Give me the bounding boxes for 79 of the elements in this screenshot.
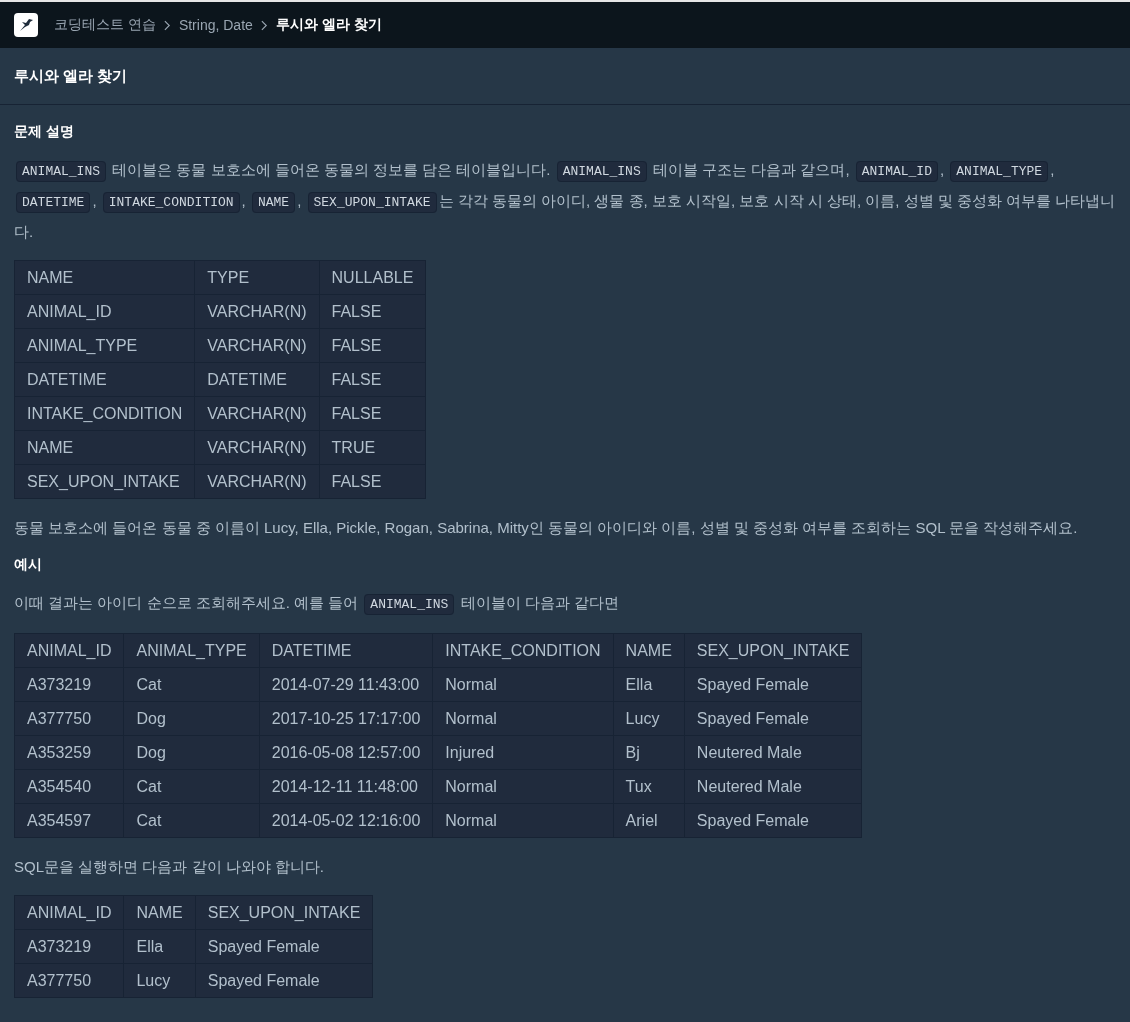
table-cell: Neutered Male [684,735,862,770]
table-cell: Spayed Female [684,701,862,736]
table-cell: Normal [432,701,614,736]
table-cell: Cat [123,769,260,804]
table-cell: DATETIME [14,362,195,397]
table-cell: Spayed Female [684,667,862,702]
table-cell: VARCHAR(N) [194,294,320,329]
table-header-cell: SEX_UPON_INTAKE [195,895,373,930]
table-header-cell: DATETIME [259,633,433,668]
table-cell: Cat [123,667,260,702]
table-cell: A377750 [14,963,124,998]
table-cell: A373219 [14,667,124,702]
table-cell: VARCHAR(N) [194,464,320,499]
paragraph-text: SQL문을 실행하면 다음과 같이 나와야 합니다. [14,857,326,877]
table-cell: Neutered Male [684,769,862,804]
table-header-cell: NAME [123,895,196,930]
table-cell: A377750 [14,701,124,736]
table-cell: Cat [123,803,260,838]
table-cell: Dog [123,701,260,736]
table-cell: Tux [613,769,685,804]
table-cell: Spayed Female [195,963,373,998]
table-cell: TRUE [319,430,426,465]
table-cell: Normal [432,769,614,804]
table-cell: 2017-10-25 17:17:00 [259,701,433,736]
bird-logo-icon[interactable] [14,13,38,37]
table-cell: Lucy [123,963,196,998]
table-cell: Spayed Female [684,803,862,838]
table-cell: ANIMAL_TYPE [14,328,195,363]
table-cell: INTAKE_CONDITION [14,396,195,431]
table-header-cell: NAME [14,260,195,295]
table-cell: Ariel [613,803,685,838]
table-header-cell: TYPE [194,260,320,295]
section-heading: 문제 설명 [14,123,75,141]
table-cell: SEX_UPON_INTAKE [14,464,195,499]
table-header-cell: NULLABLE [319,260,426,295]
table-cell: Lucy [613,701,685,736]
table-cell: Dog [123,735,260,770]
table-cell: 2014-12-11 11:48:00 [259,769,433,804]
chevron-right-icon [163,19,171,31]
table-header-cell: SEX_UPON_INTAKE [684,633,862,668]
table-cell: Normal [432,803,614,838]
paragraph-text: 동물 보호소에 들어온 동물 중 이름이 Lucy, Ella, Pickle, Rogan, Sabrina, Mitty인 동물의 아이디와 이름, 성별 및 중성화 여부를 조회하는 SQL 문을 작성해주세요. [14,518,1079,538]
table-cell: A354597 [14,803,124,838]
table-cell: ANIMAL_ID [14,294,195,329]
table-cell: NAME [14,430,195,465]
paragraph-text: 이때 결과는 아이디 순으로 조회해주세요. 예를 들어 ANIMAL_INS 테이블이 다음과 같다면 [14,588,1116,619]
breadcrumb-link[interactable]: 루시와 엘라 찾기 [275,16,382,34]
table-cell: FALSE [319,294,426,329]
table-cell: Injured [432,735,614,770]
table-header-cell: NAME [613,633,685,668]
table-cell: DATETIME [194,362,320,397]
table-cell: FALSE [319,464,426,499]
paragraph-text: ANIMAL_INS 테이블은 동물 보호소에 들어온 동물의 정보를 담은 테이블입니다. ANIMAL_INS 테이블 구조는 다음과 같으며, ANIMAL_ID , ANIMAL_TYPE , DATETIME , INTAKE_CONDITION , NAME , SEX_UPON_INTAKE 는 각각 동물의 아이디, 생물 종, 보호 시작일, 보호 시작 시 상태, 이름, 성별 및 중성화 여부를 나타냅니다. [14,160,1116,242]
table-header-cell: INTAKE_CONDITION [432,633,614,668]
table-header-cell: ANIMAL_ID [14,895,124,930]
table-cell: 2016-05-08 12:57:00 [259,735,433,770]
table-cell: 2014-07-29 11:43:00 [259,667,433,702]
table-cell: FALSE [319,328,426,363]
chevron-right-icon [260,19,268,31]
breadcrumb-link[interactable]: 코딩테스트 연습 [54,16,156,34]
table-cell: Bj [613,735,685,770]
table-header-cell: ANIMAL_ID [14,633,124,668]
table-cell: VARCHAR(N) [194,430,320,465]
problem-title: 루시와 엘라 찾기 [14,66,128,86]
table-cell: Ella [123,929,196,964]
table-cell: A353259 [14,735,124,770]
table-cell: A373219 [14,929,124,964]
table-cell: VARCHAR(N) [194,396,320,431]
table-cell: 2014-05-02 12:16:00 [259,803,433,838]
section-heading: 예시 [14,556,43,574]
table-cell: Ella [613,667,685,702]
table-cell: Normal [432,667,614,702]
table-cell: FALSE [319,396,426,431]
table-cell: Spayed Female [195,929,373,964]
table-header-cell: ANIMAL_TYPE [123,633,260,668]
breadcrumb-link[interactable]: String, Date [178,17,253,33]
table-cell: A354540 [14,769,124,804]
table-cell: VARCHAR(N) [194,328,320,363]
table-cell: FALSE [319,362,426,397]
